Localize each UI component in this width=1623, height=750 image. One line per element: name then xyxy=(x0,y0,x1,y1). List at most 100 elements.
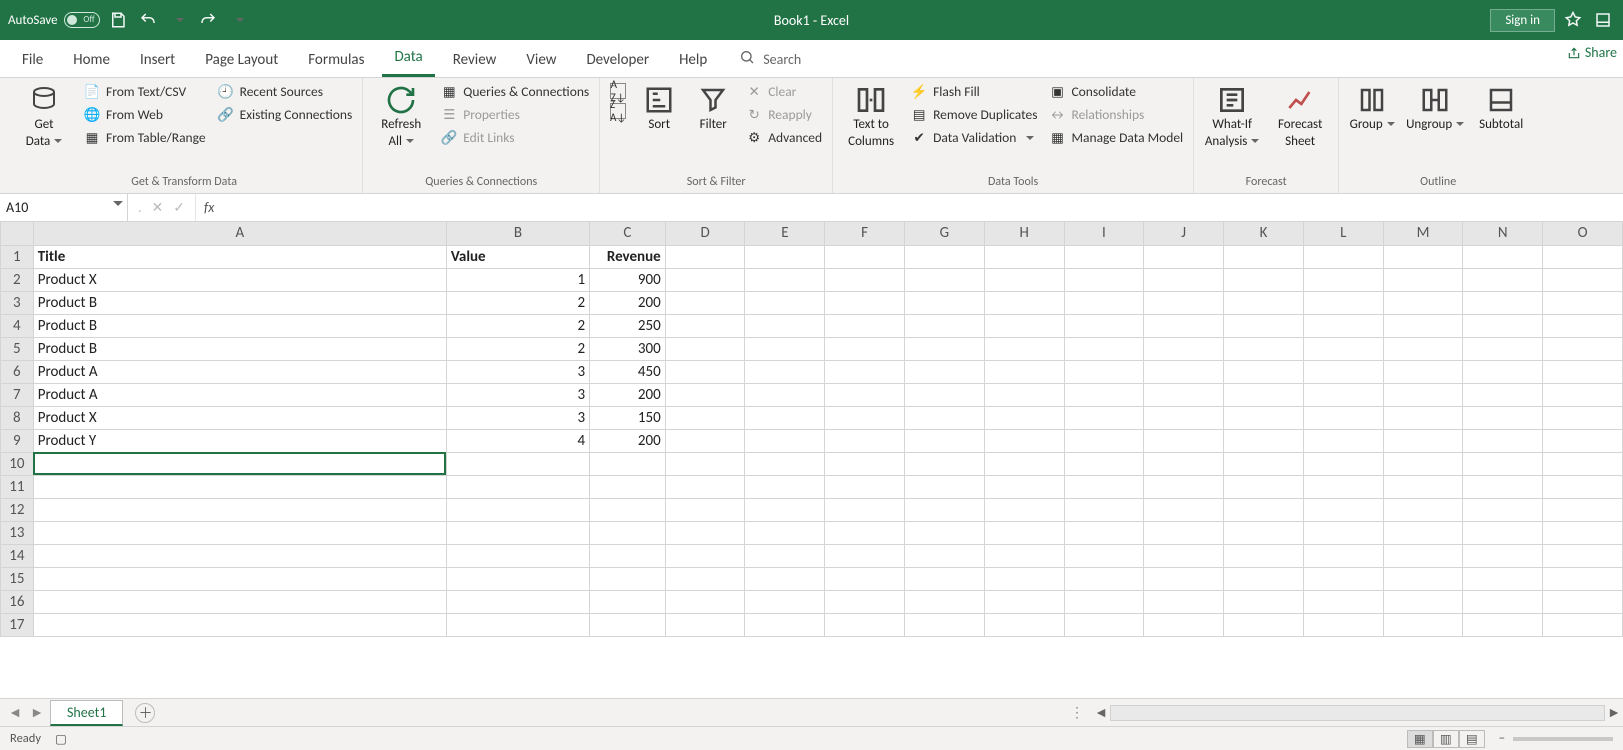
cell[interactable] xyxy=(1224,567,1304,590)
cell[interactable] xyxy=(984,429,1064,452)
cell[interactable] xyxy=(1144,613,1224,636)
cell[interactable] xyxy=(1543,613,1623,636)
subtotal-button[interactable]: Subtotal xyxy=(1473,82,1529,133)
cell[interactable] xyxy=(1303,291,1383,314)
cell[interactable] xyxy=(446,521,589,544)
new-sheet-button[interactable]: ＋ xyxy=(135,703,155,723)
cell[interactable] xyxy=(33,567,446,590)
refresh-all-button[interactable]: Refresh All xyxy=(371,82,431,150)
cell[interactable] xyxy=(745,498,825,521)
sheet-tab-active[interactable]: Sheet1 xyxy=(50,700,123,726)
cell[interactable] xyxy=(590,544,666,567)
cell[interactable] xyxy=(745,383,825,406)
cell[interactable] xyxy=(825,475,905,498)
cell[interactable] xyxy=(1543,452,1623,475)
cell[interactable] xyxy=(1064,360,1144,383)
cell[interactable] xyxy=(1383,452,1463,475)
cell[interactable] xyxy=(745,406,825,429)
clear-filter-button[interactable]: ✕Clear xyxy=(744,82,824,101)
sheet-nav-prev[interactable]: ◄ xyxy=(6,704,24,721)
cell[interactable] xyxy=(1303,429,1383,452)
cell[interactable] xyxy=(1303,337,1383,360)
cell[interactable] xyxy=(1303,475,1383,498)
cell[interactable] xyxy=(1224,291,1304,314)
cell[interactable] xyxy=(1064,498,1144,521)
cell[interactable] xyxy=(1224,613,1304,636)
cell[interactable] xyxy=(1463,245,1543,268)
row-header[interactable]: 13 xyxy=(1,521,34,544)
cell[interactable] xyxy=(1144,291,1224,314)
text-to-columns-button[interactable]: Text to Columns xyxy=(841,82,901,150)
cell[interactable] xyxy=(590,475,666,498)
cell[interactable] xyxy=(905,567,985,590)
cell[interactable] xyxy=(905,429,985,452)
remove-duplicates-button[interactable]: ▤Remove Duplicates xyxy=(909,105,1039,124)
column-header[interactable]: L xyxy=(1303,222,1383,245)
cell[interactable] xyxy=(745,521,825,544)
cell[interactable] xyxy=(1383,383,1463,406)
cell[interactable]: Title xyxy=(33,245,446,268)
cell[interactable] xyxy=(590,521,666,544)
data-validation-button[interactable]: ✔Data Validation xyxy=(909,128,1039,147)
cell[interactable] xyxy=(665,245,745,268)
enter-icon[interactable]: ✓ xyxy=(173,199,185,216)
cell[interactable]: 200 xyxy=(590,429,666,452)
cell[interactable] xyxy=(984,406,1064,429)
row-header[interactable]: 10 xyxy=(1,452,34,475)
cell[interactable] xyxy=(1543,429,1623,452)
cell[interactable] xyxy=(825,337,905,360)
from-text-csv-button[interactable]: 📄From Text/CSV xyxy=(82,82,208,101)
cell[interactable]: Revenue xyxy=(590,245,666,268)
cell[interactable] xyxy=(825,360,905,383)
cell[interactable] xyxy=(446,498,589,521)
cell[interactable] xyxy=(984,567,1064,590)
tab-pagelayout[interactable]: Page Layout xyxy=(193,45,290,77)
from-web-button[interactable]: 🌐From Web xyxy=(82,105,208,124)
cell[interactable] xyxy=(665,383,745,406)
cell[interactable] xyxy=(1543,498,1623,521)
cell[interactable] xyxy=(1303,268,1383,291)
tab-formulas[interactable]: Formulas xyxy=(296,45,376,77)
cell[interactable] xyxy=(905,291,985,314)
cell[interactable] xyxy=(590,590,666,613)
cell[interactable] xyxy=(1144,429,1224,452)
cell[interactable] xyxy=(1224,475,1304,498)
cell[interactable] xyxy=(1224,521,1304,544)
cell[interactable] xyxy=(665,314,745,337)
cell[interactable] xyxy=(1463,406,1543,429)
cell[interactable] xyxy=(446,590,589,613)
cell[interactable] xyxy=(1064,383,1144,406)
cell[interactable]: 1 xyxy=(446,268,589,291)
column-header[interactable]: F xyxy=(825,222,905,245)
cell[interactable]: 2 xyxy=(446,291,589,314)
cell[interactable] xyxy=(1383,521,1463,544)
cell[interactable] xyxy=(446,613,589,636)
consolidate-button[interactable]: ▣Consolidate xyxy=(1047,82,1185,101)
cell[interactable] xyxy=(825,521,905,544)
cell[interactable] xyxy=(33,590,446,613)
cell[interactable] xyxy=(665,475,745,498)
column-header[interactable]: K xyxy=(1224,222,1304,245)
cell[interactable] xyxy=(1144,498,1224,521)
cell[interactable] xyxy=(665,291,745,314)
cell[interactable] xyxy=(1064,406,1144,429)
ribbon-options-icon[interactable] xyxy=(1591,8,1615,32)
cell[interactable] xyxy=(1383,613,1463,636)
column-header[interactable]: C xyxy=(590,222,666,245)
cell[interactable] xyxy=(1383,268,1463,291)
reapply-button[interactable]: ↻Reapply xyxy=(744,105,824,124)
cell[interactable] xyxy=(665,590,745,613)
cell[interactable]: 4 xyxy=(446,429,589,452)
cell[interactable] xyxy=(1303,590,1383,613)
cell[interactable] xyxy=(1463,314,1543,337)
cell[interactable] xyxy=(665,360,745,383)
cell[interactable] xyxy=(665,406,745,429)
flash-fill-button[interactable]: ⚡Flash Fill xyxy=(909,82,1039,101)
cell[interactable] xyxy=(1224,590,1304,613)
what-if-button[interactable]: What-If Analysis xyxy=(1202,82,1262,150)
from-table-button[interactable]: ▦From Table/Range xyxy=(82,128,208,147)
cell[interactable] xyxy=(905,475,985,498)
queries-connections-button[interactable]: ▦Queries & Connections xyxy=(439,82,591,101)
cell[interactable] xyxy=(1303,406,1383,429)
properties-button[interactable]: ☰Properties xyxy=(439,105,591,124)
